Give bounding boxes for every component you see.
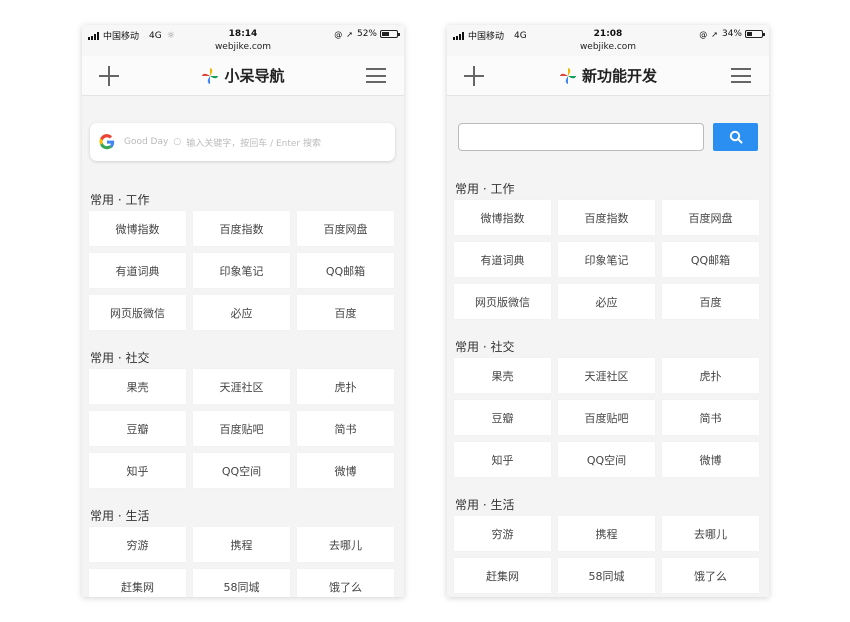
link-tile[interactable]: 百度贴吧	[193, 411, 290, 446]
nav-title-group: 新功能开发	[447, 65, 769, 86]
link-tile[interactable]: 网页版微信	[454, 284, 551, 319]
search-input[interactable]	[458, 123, 704, 151]
link-tile[interactable]: 果壳	[89, 369, 186, 404]
link-tile[interactable]: 去哪儿	[662, 516, 759, 551]
nav-title-group: 小呆导航	[82, 65, 404, 86]
link-tile[interactable]: 赶集网	[454, 558, 551, 593]
link-tile[interactable]: 饿了么	[297, 569, 394, 597]
link-tile[interactable]: 百度	[297, 295, 394, 330]
status-right: @ ➚ 34%	[699, 29, 765, 39]
link-tile[interactable]: 简书	[662, 400, 759, 435]
link-tile[interactable]: QQ邮箱	[662, 242, 759, 277]
navbar: 小呆导航	[82, 56, 404, 96]
link-tile[interactable]: 网页版微信	[89, 295, 186, 330]
link-tile[interactable]: 微博	[662, 442, 759, 477]
location-arrow-icon: ➚	[346, 29, 353, 39]
link-tile[interactable]: 天涯社区	[193, 369, 290, 404]
hamburger-menu-icon[interactable]	[366, 68, 386, 83]
battery-icon	[380, 30, 400, 38]
phone-screen-left: 中国移动 4G ☼ 18:14 webjike.com @ ➚ 52% 小呆导航	[82, 25, 404, 597]
link-tile[interactable]: 果壳	[454, 358, 551, 393]
link-grid-social: 果壳 天涯社区 虎扑 豆瓣 百度贴吧 简书 知乎 QQ空间 微博	[454, 358, 760, 477]
page-title: 小呆导航	[224, 67, 285, 85]
link-tile[interactable]: 百度贴吧	[558, 400, 655, 435]
search-greeting: Good Day	[124, 137, 169, 147]
section-title-life: 常用 · 生活	[90, 509, 150, 523]
orientation-lock-icon: @	[699, 29, 708, 39]
link-tile[interactable]: 豆瓣	[89, 411, 186, 446]
link-tile[interactable]: 百度指数	[558, 200, 655, 235]
pinwheel-logo-icon	[559, 67, 577, 84]
section-title-social: 常用 · 社交	[90, 351, 150, 365]
search-box[interactable]: Good Day ○ 输入关键字，按回车 / Enter 搜索	[90, 123, 395, 161]
status-right: @ ➚ 52%	[334, 29, 400, 39]
link-grid-work: 微博指数 百度指数 百度网盘 有道词典 印象笔记 QQ邮箱 网页版微信 必应 百…	[454, 200, 760, 319]
section-title-work: 常用 · 工作	[455, 182, 515, 196]
link-tile[interactable]: 百度指数	[193, 211, 290, 246]
link-tile[interactable]: 赶集网	[89, 569, 186, 597]
navbar: 新功能开发	[447, 56, 769, 96]
status-bar: 中国移动 4G 21:08 webjike.com @ ➚ 34%	[447, 25, 769, 56]
search-separator: ○	[173, 137, 182, 147]
link-grid-work: 微博指数 百度指数 百度网盘 有道词典 印象笔记 QQ邮箱 网页版微信 必应 百…	[89, 211, 395, 330]
link-tile[interactable]: 天涯社区	[558, 358, 655, 393]
link-tile[interactable]: 虎扑	[297, 369, 394, 404]
link-tile[interactable]: 印象笔记	[558, 242, 655, 277]
link-tile[interactable]: 穷游	[89, 527, 186, 562]
link-tile[interactable]: 58同城	[558, 558, 655, 593]
link-tile[interactable]: 微博指数	[454, 200, 551, 235]
hamburger-menu-icon[interactable]	[731, 68, 751, 83]
status-bar: 中国移动 4G ☼ 18:14 webjike.com @ ➚ 52%	[82, 25, 404, 56]
url-label[interactable]: webjike.com	[447, 42, 769, 52]
link-grid-life: 穷游 携程 去哪儿 赶集网 58同城 饿了么	[454, 516, 760, 593]
link-tile[interactable]: 必应	[193, 295, 290, 330]
pinwheel-logo-icon	[202, 67, 219, 84]
link-grid-life: 穷游 携程 去哪儿 赶集网 58同城 饿了么	[89, 527, 395, 597]
link-tile[interactable]: 百度网盘	[662, 200, 759, 235]
link-tile[interactable]: 虎扑	[662, 358, 759, 393]
link-tile[interactable]: 知乎	[89, 453, 186, 488]
search-row	[458, 123, 758, 151]
location-arrow-icon: ➚	[711, 29, 718, 39]
search-placeholder: 输入关键字，按回车 / Enter 搜索	[186, 138, 321, 149]
link-grid-social: 果壳 天涯社区 虎扑 豆瓣 百度贴吧 简书 知乎 QQ空间 微博	[89, 369, 395, 488]
link-tile[interactable]: 携程	[558, 516, 655, 551]
link-tile[interactable]: 穷游	[454, 516, 551, 551]
search-button[interactable]	[713, 123, 758, 151]
page-title: 新功能开发	[581, 67, 657, 85]
battery-percent: 34%	[721, 29, 742, 39]
link-tile[interactable]: QQ邮箱	[297, 253, 394, 288]
link-tile[interactable]: 有道词典	[454, 242, 551, 277]
link-tile[interactable]: 百度	[662, 284, 759, 319]
orientation-lock-icon: @	[334, 29, 343, 39]
link-tile[interactable]: 携程	[193, 527, 290, 562]
magnifier-icon	[729, 130, 742, 144]
link-tile[interactable]: 有道词典	[89, 253, 186, 288]
link-tile[interactable]: 饿了么	[662, 558, 759, 593]
link-tile[interactable]: 知乎	[454, 442, 551, 477]
link-tile[interactable]: QQ空间	[558, 442, 655, 477]
link-tile[interactable]: 必应	[558, 284, 655, 319]
link-tile[interactable]: 微博	[297, 453, 394, 488]
url-label[interactable]: webjike.com	[82, 42, 404, 52]
link-tile[interactable]: 百度网盘	[297, 211, 394, 246]
phone-screen-right: 中国移动 4G 21:08 webjike.com @ ➚ 34% 新功能开发	[447, 25, 769, 597]
link-tile[interactable]: 微博指数	[89, 211, 186, 246]
battery-percent: 52%	[356, 29, 377, 39]
link-tile[interactable]: 简书	[297, 411, 394, 446]
link-tile[interactable]: 印象笔记	[193, 253, 290, 288]
google-g-icon	[99, 134, 115, 150]
battery-icon	[745, 30, 765, 38]
link-tile[interactable]: 豆瓣	[454, 400, 551, 435]
section-title-work: 常用 · 工作	[90, 193, 150, 207]
section-title-social: 常用 · 社交	[455, 340, 515, 354]
link-tile[interactable]: 去哪儿	[297, 527, 394, 562]
link-tile[interactable]: QQ空间	[193, 453, 290, 488]
section-title-life: 常用 · 生活	[455, 498, 515, 512]
link-tile[interactable]: 58同城	[193, 569, 290, 597]
